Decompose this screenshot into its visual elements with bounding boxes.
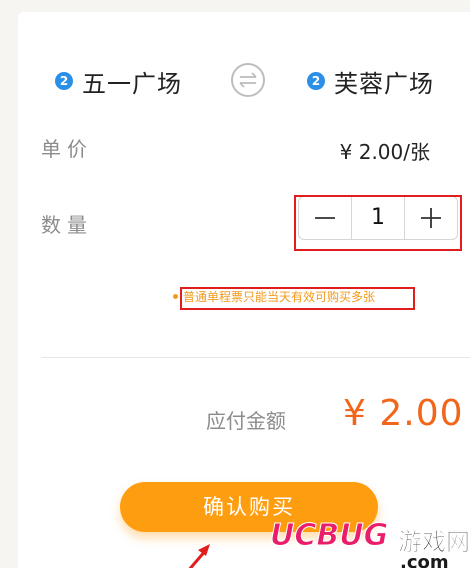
destination-station[interactable]: 2 芙蓉广场 [307,65,434,98]
divider [41,357,470,358]
watermark-domain: .com [400,552,449,568]
total-amount: ¥ 2.00 [343,393,464,434]
watermark-brand: UCBUG [269,518,389,554]
origin-station-name: 五一广场 [82,69,182,98]
quantity-label: 数量 [41,213,93,237]
ticket-card: 2 五一广场 2 芙蓉广场 单价 ¥ 2.00/张 数量 1 普通单程票只能当天… [18,12,470,568]
unit-price-value: ¥ 2.00/张 [339,140,430,164]
notice-dot-icon [173,294,178,299]
line-badge: 2 [307,72,325,90]
stepper-annotation-box [294,195,462,251]
line-badge: 2 [55,72,73,90]
unit-price-label: 单价 [41,137,93,161]
notice-annotation-box [180,287,415,310]
destination-station-name: 芙蓉广场 [334,69,434,98]
route-header: 2 五一广场 2 芙蓉广场 [18,62,470,102]
ticket-purchase-page: 2 五一广场 2 芙蓉广场 单价 ¥ 2.00/张 数量 1 普通单程票只能当天… [0,0,470,568]
origin-station[interactable]: 2 五一广场 [55,65,182,98]
watermark: UCBUG 游戏网 .com [250,518,470,568]
total-label: 应付金额 [206,409,286,433]
swap-arrows-icon[interactable] [231,63,265,97]
annotation-arrow-icon [188,544,210,568]
